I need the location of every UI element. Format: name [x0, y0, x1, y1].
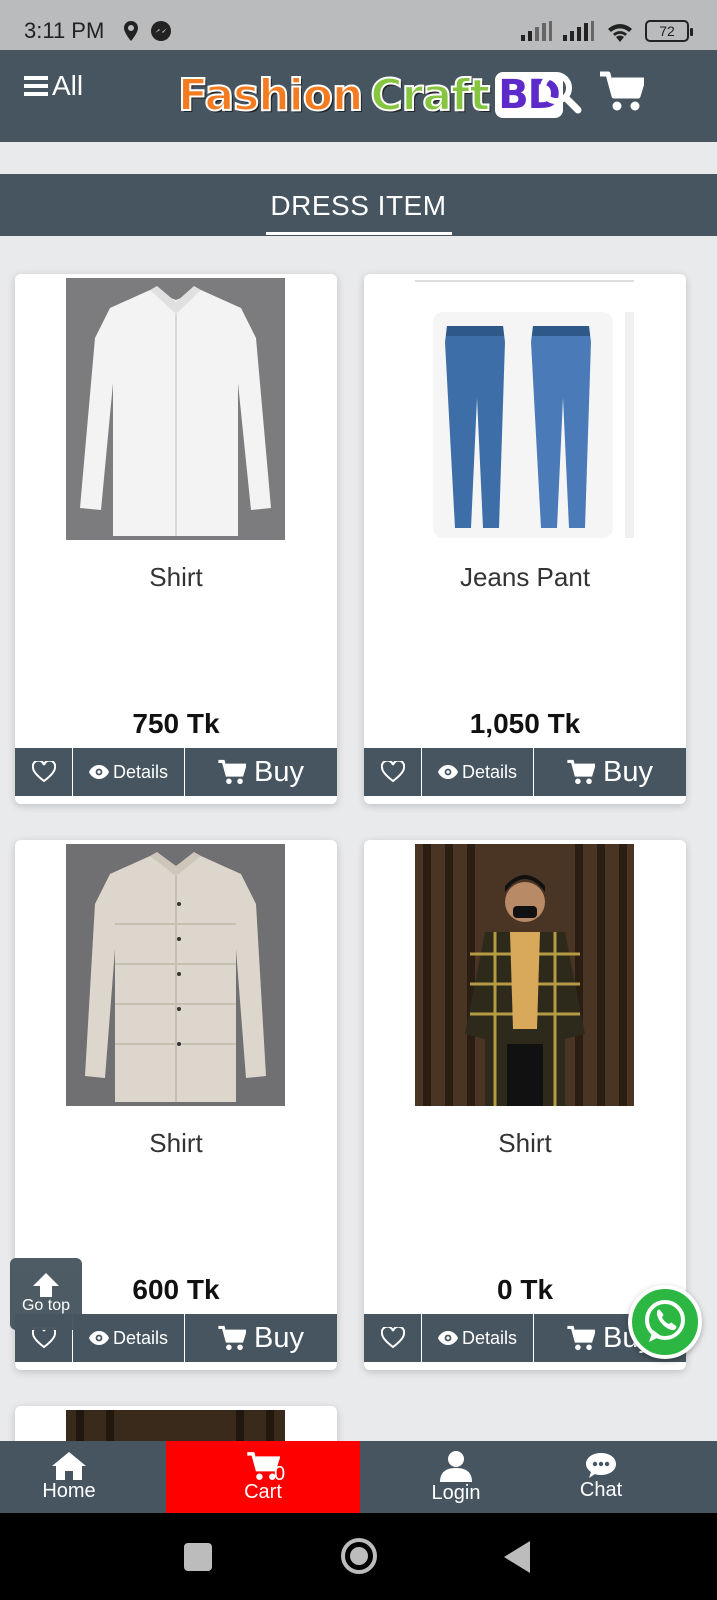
product-name[interactable]: Shirt — [364, 1128, 686, 1159]
details-button[interactable]: Details — [73, 748, 185, 796]
eye-icon — [88, 765, 109, 779]
buy-button[interactable]: Buy — [534, 748, 686, 796]
bottom-navigation: Home 0 Cart Login Chat — [0, 1441, 717, 1513]
cart-icon — [218, 759, 246, 785]
wifi-icon — [608, 24, 632, 42]
heart-icon — [31, 761, 56, 783]
product-actions: Details Buy — [364, 748, 686, 796]
details-button[interactable]: Details — [73, 1314, 185, 1362]
menu-all-label: All — [52, 70, 84, 101]
header-cart-button[interactable] — [600, 70, 646, 117]
cart-count-badge: 0 — [274, 1463, 286, 1485]
cart-icon — [567, 759, 595, 785]
product-name[interactable]: Shirt — [15, 1128, 337, 1159]
signal-icon — [521, 21, 552, 41]
nav-login-label: Login — [431, 1481, 481, 1504]
section-title: DRESS ITEM — [270, 190, 447, 221]
product-card[interactable]: Shirt 0 Tk Details Buy — [364, 840, 686, 1370]
eye-icon — [88, 1331, 109, 1345]
details-label: Details — [112, 761, 169, 782]
signal-icon-2 — [563, 21, 594, 41]
go-top-button[interactable]: Go top — [10, 1258, 82, 1330]
eye-icon — [437, 765, 458, 779]
search-button[interactable] — [538, 70, 582, 119]
product-actions: Details Buy — [15, 748, 337, 796]
product-card[interactable]: Shirt 750 Tk Details Buy — [15, 274, 337, 804]
battery-indicator: 72 — [645, 20, 693, 42]
details-label: Details — [461, 1327, 518, 1348]
cart-icon — [218, 1325, 246, 1351]
product-price: 1,050 Tk — [469, 708, 581, 739]
app-screen: 3:11 PM 72 All Fashion Craft BD DRESS IT… — [0, 0, 717, 1600]
eye-icon — [437, 1331, 458, 1345]
nav-home-label: Home — [42, 1479, 96, 1502]
nav-chat[interactable]: Chat — [548, 1441, 654, 1513]
chat-bubble-icon — [586, 1452, 616, 1478]
whatsapp-chat-button[interactable] — [628, 1285, 702, 1359]
home-icon — [52, 1451, 86, 1480]
logo-word-craft: Craft — [369, 69, 491, 122]
buy-button[interactable]: Buy — [185, 1314, 337, 1362]
product-name[interactable]: Jeans Pant — [364, 562, 686, 593]
brand-logo[interactable]: Fashion Craft BD — [177, 60, 563, 130]
section-header: DRESS ITEM — [0, 174, 717, 236]
buy-label: Buy — [603, 755, 653, 788]
go-top-label: Go top — [21, 1297, 71, 1314]
search-icon — [540, 72, 582, 114]
details-label: Details — [112, 1327, 169, 1348]
logo-word-fashion: Fashion — [177, 69, 364, 122]
heart-icon — [380, 1327, 405, 1349]
details-button[interactable]: Details — [422, 1314, 534, 1362]
cart-icon — [600, 71, 646, 111]
heart-icon — [31, 1327, 56, 1349]
nav-home[interactable]: Home — [0, 1441, 138, 1513]
status-bar: 3:11 PM 72 — [0, 0, 717, 50]
status-system-icons: 72 — [521, 20, 693, 42]
status-time: 3:11 PM — [24, 18, 105, 43]
section-underline — [266, 232, 452, 235]
product-image-checked-shirt-model[interactable] — [415, 844, 634, 1106]
user-icon — [440, 1450, 472, 1482]
product-image-white-shirt[interactable] — [66, 278, 285, 540]
messenger-icon — [151, 21, 171, 41]
arrow-up-icon — [33, 1273, 59, 1297]
wishlist-button[interactable] — [364, 1314, 422, 1362]
menu-all-button[interactable]: All — [24, 70, 83, 102]
system-navigation-bar — [0, 1513, 717, 1600]
product-price: 750 Tk — [132, 708, 220, 739]
nav-login[interactable]: Login — [400, 1441, 512, 1513]
nav-cart[interactable]: 0 Cart — [166, 1441, 360, 1513]
nav-chat-label: Chat — [579, 1478, 623, 1501]
product-image-beige-shirt[interactable] — [66, 844, 285, 1106]
details-label: Details — [461, 761, 518, 782]
location-pin-icon — [124, 21, 138, 41]
product-image-jeans[interactable] — [415, 278, 634, 540]
buy-label: Buy — [254, 755, 304, 788]
home-circle-button[interactable] — [340, 1537, 378, 1575]
status-notification-icons — [124, 20, 172, 42]
product-card[interactable]: Jeans Pant 1,050 Tk Details Buy — [364, 274, 686, 804]
whatsapp-icon — [645, 1300, 685, 1342]
buy-button[interactable]: Buy — [185, 748, 337, 796]
product-name[interactable]: Shirt — [15, 562, 337, 593]
cart-icon — [567, 1325, 595, 1351]
details-button[interactable]: Details — [422, 748, 534, 796]
wishlist-button[interactable] — [15, 748, 73, 796]
heart-icon — [380, 761, 405, 783]
hamburger-menu-icon — [24, 76, 48, 96]
wishlist-button[interactable] — [364, 748, 422, 796]
back-triangle-button[interactable] — [504, 1541, 530, 1573]
app-header: All Fashion Craft BD — [0, 50, 717, 142]
recent-apps-button[interactable] — [184, 1543, 212, 1571]
buy-label: Buy — [254, 1321, 304, 1354]
battery-level: 72 — [659, 23, 675, 39]
